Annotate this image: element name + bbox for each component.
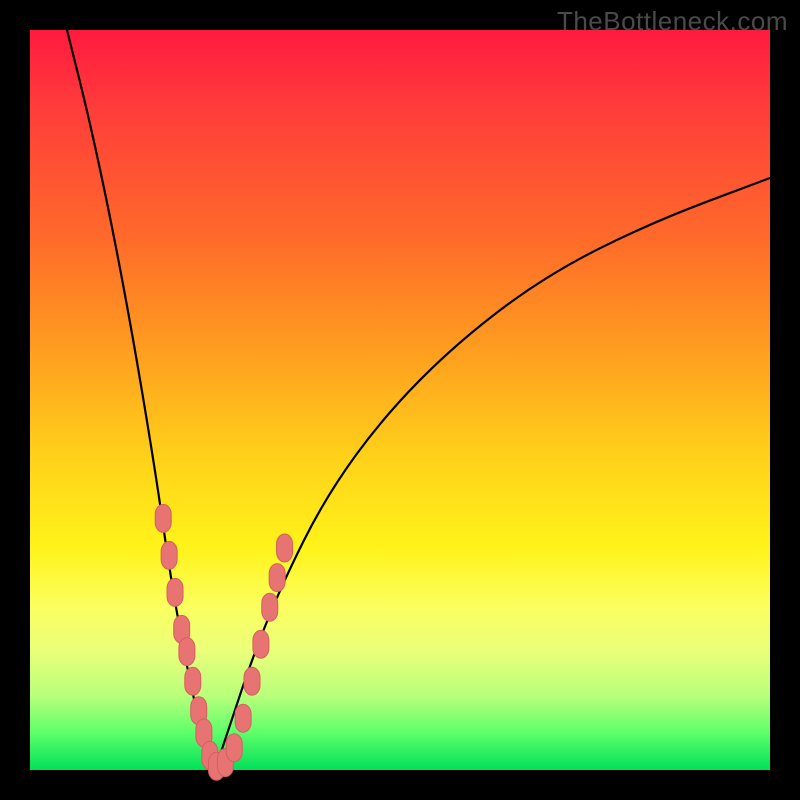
marker-group (155, 504, 292, 780)
data-marker (277, 534, 293, 562)
curve-group (67, 30, 770, 770)
data-marker (226, 734, 242, 762)
plot-area (30, 30, 770, 770)
data-marker (179, 638, 195, 666)
outer-frame: TheBottleneck.com (0, 0, 800, 800)
data-marker (185, 667, 201, 695)
right-curve (215, 178, 770, 770)
data-marker (262, 593, 278, 621)
chart-svg (30, 30, 770, 770)
data-marker (269, 564, 285, 592)
data-marker (155, 504, 171, 532)
data-marker (235, 704, 251, 732)
watermark-text: TheBottleneck.com (557, 6, 788, 37)
data-marker (244, 667, 260, 695)
data-marker (253, 630, 269, 658)
data-marker (167, 578, 183, 606)
data-marker (161, 541, 177, 569)
